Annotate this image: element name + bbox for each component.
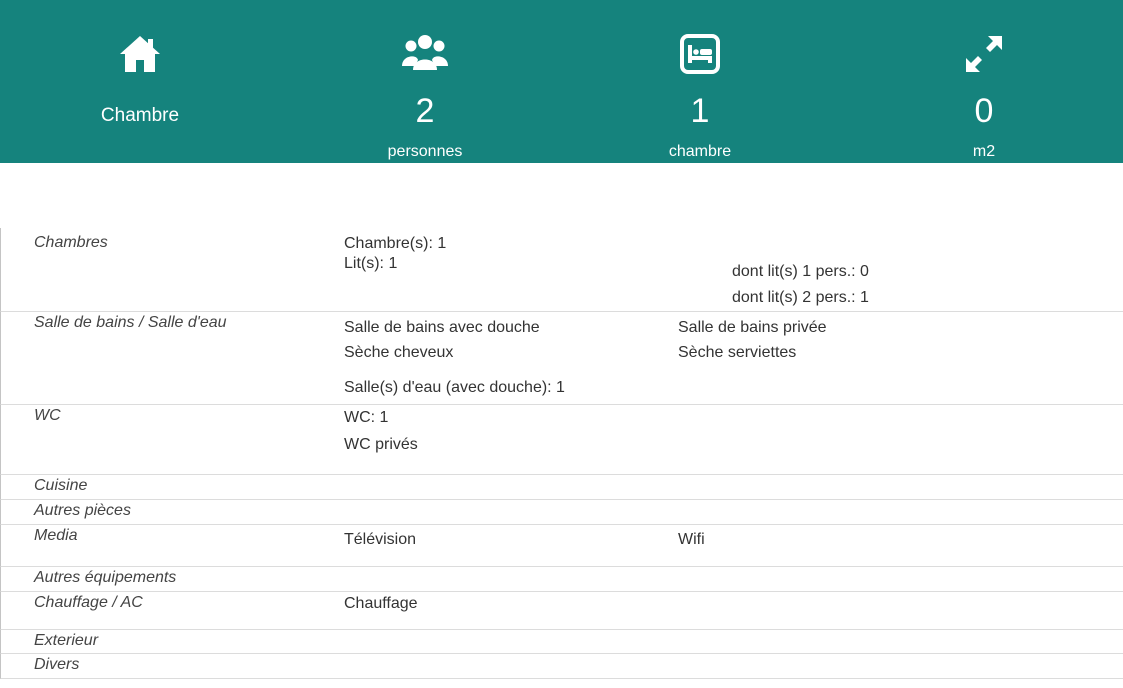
stat-area: 0 m2	[884, 0, 1084, 163]
row-media: Media Télévision Wifi	[0, 525, 1123, 567]
section-title: Divers	[34, 656, 80, 673]
bed-icon	[676, 30, 724, 78]
section-title: Autres pièces	[34, 502, 131, 519]
lit-1pers: dont lit(s) 1 pers.: 0	[732, 263, 869, 280]
rooms-unit: chambre	[668, 143, 732, 160]
row-autres-equipements: Autres équipements	[0, 567, 1123, 592]
section-title: Autres équipements	[34, 569, 177, 586]
amenity-item: Sèche cheveux	[344, 344, 454, 361]
row-chauffage: Chauffage / AC Chauffage	[0, 592, 1123, 630]
row-salle-bains: Salle de bains / Salle d'eau Salle de ba…	[0, 312, 1123, 405]
amenities-table: Chambres Chambre(s): 1 Lit(s): 1 dont li…	[0, 228, 1123, 679]
amenity-item: WC privés	[344, 436, 418, 453]
section-title: Cuisine	[34, 477, 88, 494]
lit-2pers: dont lit(s) 2 pers.: 1	[732, 289, 869, 306]
users-icon	[401, 30, 449, 78]
stat-type: Chambre	[40, 0, 240, 163]
amenity-item: Wifi	[678, 531, 705, 548]
amenity-item: Salle de bains privée	[678, 319, 827, 336]
row-cuisine: Cuisine	[0, 475, 1123, 500]
section-title: Media	[34, 527, 78, 544]
section-title: Exterieur	[34, 632, 99, 649]
row-wc: WC WC: 1 WC privés	[0, 405, 1123, 475]
section-title: Chauffage / AC	[34, 594, 143, 611]
section-title: Chambres	[34, 234, 108, 251]
section-title: Salle de bains / Salle d'eau	[34, 314, 227, 331]
amenity-item: WC: 1	[344, 409, 389, 426]
amenity-item: Télévision	[344, 531, 417, 548]
persons-count: 2	[415, 92, 435, 130]
expand-icon	[960, 30, 1008, 78]
rooms-count: 1	[690, 92, 710, 130]
summary-header: Chambre 2 personnes 1 chambre 0 m2	[0, 0, 1123, 163]
amenity-item: Salle(s) d'eau (avec douche): 1	[344, 379, 565, 396]
row-divers: Divers	[0, 654, 1123, 679]
amenity-item: Salle de bains avec douche	[344, 319, 540, 336]
amenity-item: Sèche serviettes	[678, 344, 797, 361]
section-title: WC	[34, 407, 61, 424]
stat-rooms: 1 chambre	[600, 0, 800, 163]
area-value: 0	[974, 92, 994, 130]
stat-persons: 2 personnes	[325, 0, 525, 163]
row-exterieur: Exterieur	[0, 630, 1123, 654]
amenity-item: Chauffage	[344, 595, 418, 612]
persons-unit: personnes	[387, 143, 463, 160]
lits-count: Lit(s): 1	[344, 255, 398, 272]
row-chambres: Chambres Chambre(s): 1 Lit(s): 1 dont li…	[0, 228, 1123, 312]
home-icon	[116, 30, 164, 78]
area-unit: m2	[972, 143, 996, 160]
type-label: Chambre	[100, 105, 180, 126]
chambres-count: Chambre(s): 1	[344, 235, 447, 252]
row-autres-pieces: Autres pièces	[0, 500, 1123, 525]
